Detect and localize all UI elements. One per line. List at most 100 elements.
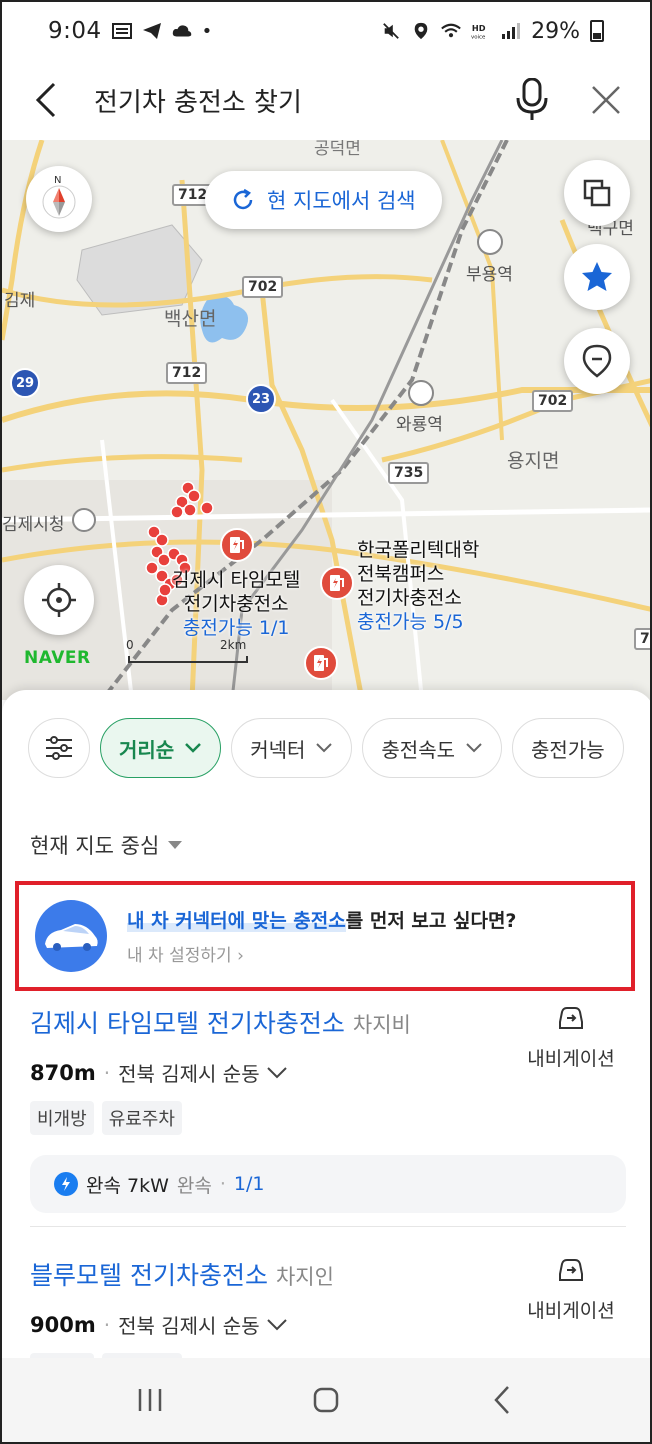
svg-text:HD: HD bbox=[472, 23, 486, 33]
cloud-icon bbox=[172, 25, 191, 37]
map-label-baeksan: 백산면 bbox=[164, 308, 217, 330]
recent-apps-button[interactable] bbox=[120, 1380, 180, 1420]
chevron-down-icon[interactable] bbox=[266, 1066, 288, 1080]
charger-pin-2[interactable] bbox=[320, 566, 354, 600]
caret-down-icon bbox=[168, 841, 183, 849]
promo-text: 를 먼저 보고 싶다면? bbox=[345, 910, 517, 932]
station-name[interactable]: 블루모텔 전기차충전소 bbox=[30, 1256, 268, 1292]
station-address[interactable]: 전북 김제시 순동 bbox=[118, 1310, 260, 1339]
poi-name-line2: 전북캠퍼스 bbox=[357, 563, 445, 585]
car-navigation-icon bbox=[559, 1259, 583, 1281]
location-pin-icon bbox=[582, 344, 612, 378]
poi-label-timemotel[interactable]: 김제시 타임모텔 전기차충전소 충전가능 1/1 bbox=[172, 568, 300, 640]
filter-available-label: 충전가능 bbox=[531, 737, 605, 762]
search-header: 전기차 충전소 찾기 bbox=[2, 60, 650, 140]
battery-percent: 29% bbox=[531, 18, 580, 44]
road-735: 735 bbox=[388, 462, 430, 484]
road-29: 29 bbox=[10, 368, 40, 398]
naver-logo: NAVER bbox=[24, 648, 91, 668]
map-center-dropdown[interactable]: 현재 지도 중심 bbox=[30, 830, 183, 860]
ev-charger-icon bbox=[230, 537, 244, 553]
poi-label-polytech[interactable]: 한국폴리텍대학 전북캠퍼스 전기차충전소 충전가능 5/5 bbox=[357, 538, 479, 634]
dot-icon: • bbox=[201, 20, 213, 42]
road-71: 71 bbox=[634, 628, 650, 650]
divider bbox=[30, 1226, 626, 1227]
filter-settings-button[interactable] bbox=[28, 718, 90, 778]
star-icon bbox=[582, 262, 612, 291]
compass-icon: N bbox=[42, 175, 76, 219]
back-button[interactable] bbox=[28, 80, 64, 120]
station-distance: 900m bbox=[30, 1312, 96, 1337]
telegram-icon bbox=[142, 23, 161, 39]
chevron-down-icon[interactable] bbox=[266, 1318, 288, 1332]
scale-end: 2km bbox=[220, 638, 247, 652]
map-label-yongji: 용지면 bbox=[507, 450, 560, 472]
compass-button[interactable]: N bbox=[26, 166, 92, 232]
filter-distance[interactable]: 거리순 bbox=[100, 718, 222, 778]
road-712-mid: 712 bbox=[166, 362, 208, 384]
voice-search-button[interactable] bbox=[512, 78, 552, 122]
close-icon bbox=[592, 86, 620, 114]
scale-start: 0 bbox=[126, 638, 134, 652]
mute-icon bbox=[383, 23, 399, 39]
filter-speed[interactable]: 충전속도 bbox=[362, 718, 503, 778]
microphone-icon bbox=[516, 78, 548, 120]
filter-speed-label: 충전속도 bbox=[381, 737, 456, 762]
my-car-promo-banner[interactable]: 내 차 커넥터에 맞는 충전소를 먼저 보고 싶다면? 내 차 설정하기 › bbox=[15, 881, 635, 991]
chevron-down-icon bbox=[316, 743, 333, 753]
charger-type: 완속 7kW bbox=[86, 1174, 169, 1197]
charger-pin-1[interactable] bbox=[220, 528, 254, 562]
road-23: 23 bbox=[246, 384, 276, 414]
back-arrow-icon bbox=[35, 82, 56, 118]
map-center-label: 현재 지도 중심 bbox=[30, 834, 160, 858]
back-icon bbox=[494, 1386, 509, 1414]
recent-apps-icon bbox=[138, 1389, 162, 1411]
search-query[interactable]: 전기차 충전소 찾기 bbox=[94, 82, 512, 119]
station-item[interactable]: 김제시 타임모텔 전기차충전소 차지비 870m · 전북 김제시 순동 비개방… bbox=[30, 1004, 626, 1213]
my-car-settings-link[interactable]: 내 차 설정하기 bbox=[127, 946, 232, 966]
location-pin-button[interactable] bbox=[564, 328, 630, 394]
clear-button[interactable] bbox=[588, 82, 624, 118]
poi-name: 한국폴리텍대학 bbox=[357, 539, 480, 561]
search-this-area-button[interactable]: 현 지도에서 검색 bbox=[205, 171, 442, 229]
car-icon bbox=[35, 900, 107, 972]
chevron-down-icon bbox=[185, 743, 202, 753]
charger-info: 완속 7kW 완속 · 1/1 bbox=[30, 1155, 626, 1213]
filter-connector[interactable]: 커넥터 bbox=[231, 718, 353, 778]
my-location-button[interactable] bbox=[24, 565, 94, 635]
layers-icon bbox=[583, 179, 611, 207]
home-icon bbox=[313, 1387, 339, 1413]
layers-button[interactable] bbox=[564, 160, 630, 226]
home-button[interactable] bbox=[296, 1380, 356, 1420]
filter-connector-label: 커넥터 bbox=[250, 737, 306, 762]
charger-availability: 1/1 bbox=[233, 1173, 265, 1195]
map-label-gimje: 김제 bbox=[4, 291, 36, 311]
chevron-down-icon bbox=[466, 743, 482, 753]
favorites-button[interactable] bbox=[564, 244, 630, 310]
car-navigation-icon bbox=[559, 1007, 583, 1029]
signal-icon bbox=[502, 23, 521, 39]
clock: 9:04 bbox=[48, 18, 102, 44]
filter-available[interactable]: 충전가능 bbox=[512, 718, 624, 778]
navigation-button[interactable]: 내비게이션 bbox=[516, 1004, 626, 1071]
battery-icon bbox=[590, 20, 604, 42]
navigation-button[interactable]: 내비게이션 bbox=[516, 1256, 626, 1323]
results-sheet: 거리순 커넥터 충전속도 충전가능 현재 지도 중심 내 차 커넥터에 맞는 충… bbox=[2, 690, 650, 1362]
refresh-icon bbox=[233, 188, 253, 210]
chevron-right-icon: › bbox=[237, 946, 244, 966]
tag-paid-parking: 유료주차 bbox=[101, 1101, 182, 1135]
navigation-label: 내비게이션 bbox=[527, 1300, 615, 1322]
location-icon bbox=[414, 22, 428, 40]
tag-private: 비개방 bbox=[30, 1101, 94, 1135]
svg-text:voice: voice bbox=[471, 34, 486, 40]
station-item[interactable]: 블루모텔 전기차충전소 차지인 900m · 전북 김제시 순동 비개방 유료주… bbox=[30, 1256, 626, 1362]
filter-distance-label: 거리순 bbox=[119, 737, 175, 762]
poi-name-line3: 전기차충전소 bbox=[357, 587, 462, 609]
map-view[interactable]: 공덕면 백구면 백산면 용지면 부용역 와룡역 김제 김제시청 712 702 … bbox=[2, 140, 650, 700]
charger-pin-3[interactable] bbox=[304, 646, 338, 680]
station-address[interactable]: 전북 김제시 순동 bbox=[118, 1058, 260, 1087]
news-icon bbox=[111, 23, 132, 39]
back-nav-button[interactable] bbox=[472, 1380, 532, 1420]
ev-charger-icon bbox=[314, 655, 328, 671]
station-name[interactable]: 김제시 타임모텔 전기차충전소 bbox=[30, 1004, 345, 1040]
